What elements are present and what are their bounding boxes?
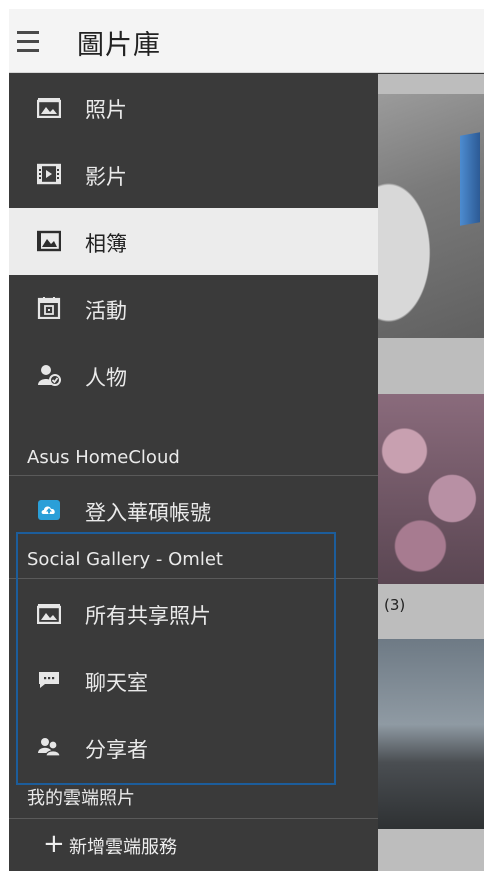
drawer-item-sharers[interactable]: 分享者: [9, 714, 378, 781]
photo-icon: [37, 98, 61, 118]
drawer-item-label: 登入華碩帳號: [85, 501, 211, 525]
drawer-item-shared-photos[interactable]: 所有共享照片: [9, 580, 378, 647]
divider: [9, 475, 378, 476]
section-header-cloud: 我的雲端照片: [27, 788, 135, 809]
shared-photos-icon: [37, 604, 61, 624]
album-grid: (3): [378, 74, 484, 871]
app-title: 圖片庫: [77, 30, 161, 61]
drawer-item-label: 聊天室: [85, 671, 148, 695]
drawer-item-label: 照片: [85, 98, 127, 122]
album-count: (3): [384, 596, 406, 614]
plus-icon: +: [43, 829, 65, 859]
album-thumbnail[interactable]: [378, 394, 484, 584]
drawer-item-label: 人物: [85, 366, 127, 390]
screen: (3) 圖片庫 照片 影片 相簿 活動 人物 Asus HomeCloud 登入…: [9, 9, 484, 871]
drawer-item-label: 分享者: [85, 738, 148, 762]
drawer-item-label: 影片: [85, 165, 127, 189]
thumbnail-detail: [460, 132, 480, 226]
person-icon: [38, 365, 61, 386]
film-icon: [37, 163, 61, 185]
drawer-item-people[interactable]: 人物: [9, 342, 378, 409]
cloud-upload-icon: [38, 500, 60, 520]
section-header-social: Social Gallery - Omlet: [27, 549, 223, 570]
add-cloud-service-button[interactable]: + 新增雲端服務: [9, 819, 378, 871]
drawer-item-photos[interactable]: 照片: [9, 74, 378, 141]
drawer-item-label: 活動: [85, 299, 127, 323]
drawer-item-albums[interactable]: 相簿: [9, 208, 378, 275]
drawer-item-label: 所有共享照片: [85, 604, 211, 628]
album-icon: [37, 230, 61, 252]
drawer-item-events[interactable]: 活動: [9, 275, 378, 342]
divider: [9, 578, 378, 579]
calendar-icon: [37, 297, 61, 319]
album-thumbnail[interactable]: [378, 639, 484, 829]
drawer-item-videos[interactable]: 影片: [9, 141, 378, 208]
navigation-drawer: 照片 影片 相簿 活動 人物 Asus HomeCloud 登入華碩帳號 Soc…: [9, 74, 378, 871]
drawer-item-label: 相簿: [85, 232, 127, 256]
hamburger-menu-icon[interactable]: [11, 23, 51, 59]
section-header-homecloud: Asus HomeCloud: [27, 447, 180, 468]
sharers-icon: [38, 738, 61, 757]
album-thumbnail[interactable]: [378, 94, 484, 338]
chat-icon: [39, 672, 59, 688]
app-bar: 圖片庫: [9, 9, 484, 73]
drawer-item-asus-login[interactable]: 登入華碩帳號: [9, 477, 378, 544]
add-cloud-service-label: 新增雲端服務: [69, 837, 177, 858]
drawer-item-chat[interactable]: 聊天室: [9, 647, 378, 714]
